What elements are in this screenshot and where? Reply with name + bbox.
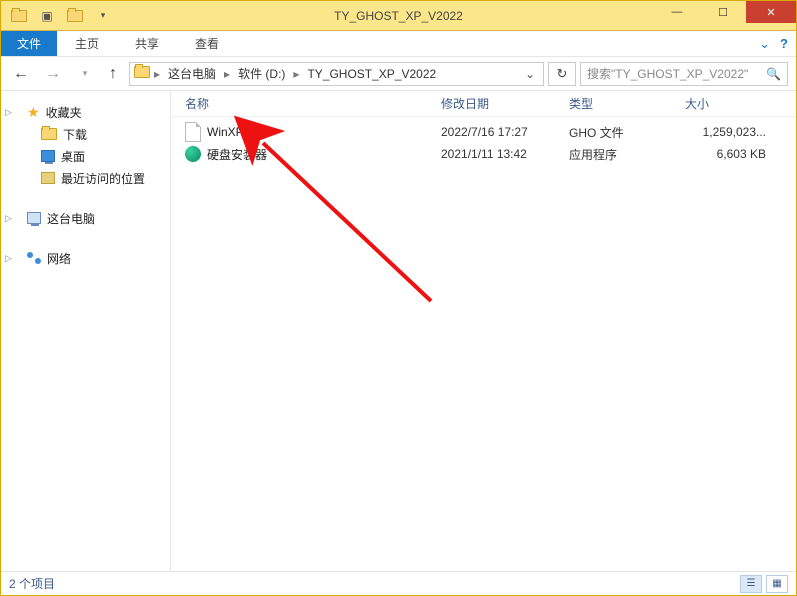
- breadcrumb-sep-icon[interactable]: ▸: [222, 67, 232, 81]
- sidebar-item-desktop[interactable]: 桌面: [1, 145, 170, 167]
- address-dropdown-icon[interactable]: ⌄: [521, 67, 539, 81]
- star-icon: ★: [27, 104, 40, 121]
- tab-share[interactable]: 共享: [117, 31, 177, 56]
- file-date: 2021/1/11 13:42: [441, 147, 569, 161]
- close-button[interactable]: ✕: [746, 1, 796, 23]
- tab-view[interactable]: 查看: [177, 31, 237, 56]
- qat-dropdown-icon[interactable]: ▾: [93, 6, 113, 26]
- file-name: 硬盘安装器: [207, 146, 267, 163]
- file-date: 2022/7/16 17:27: [441, 125, 569, 139]
- file-size: 6,603 KB: [685, 147, 796, 161]
- back-button[interactable]: ←: [9, 62, 33, 86]
- breadcrumb-drive[interactable]: 软件 (D:): [234, 65, 289, 82]
- address-folder-icon: [134, 66, 150, 81]
- sidebar-network[interactable]: ▷ 网络: [1, 247, 170, 269]
- file-name: WinXP.gho: [207, 125, 265, 139]
- search-icon[interactable]: 🔍: [766, 67, 781, 81]
- title-bar: ▣ ▾ TY_GHOST_XP_V2022 ― ☐ ✕: [1, 1, 796, 31]
- status-bar: 2 个项目 ☰ ▦: [1, 571, 796, 595]
- breadcrumb-folder[interactable]: TY_GHOST_XP_V2022: [303, 67, 440, 81]
- file-row[interactable]: WinXP.gho 2022/7/16 17:27 GHO 文件 1,259,0…: [171, 121, 796, 143]
- breadcrumb-this-pc[interactable]: 这台电脑: [164, 65, 220, 82]
- expand-ribbon-icon[interactable]: ⌄: [759, 36, 770, 52]
- nav-pane: ▷ ★ 收藏夹 下载 桌面 最近访问的位置 ▷ 这台电脑: [1, 91, 171, 571]
- sidebar-item-recent[interactable]: 最近访问的位置: [1, 167, 170, 189]
- recent-icon: [41, 172, 55, 184]
- column-type[interactable]: 类型: [569, 95, 685, 112]
- properties-icon[interactable]: ▣: [37, 6, 57, 26]
- file-size: 1,259,023...: [685, 125, 796, 139]
- nav-toolbar: ← → ▾ ↑ ▸ 这台电脑 ▸ 软件 (D:) ▸ TY_GHOST_XP_V…: [1, 57, 796, 91]
- expand-icon[interactable]: ▷: [5, 213, 15, 224]
- address-bar[interactable]: ▸ 这台电脑 ▸ 软件 (D:) ▸ TY_GHOST_XP_V2022 ⌄: [129, 62, 544, 86]
- network-icon: [27, 252, 41, 264]
- sidebar-favorites-label: 收藏夹: [46, 104, 82, 121]
- search-placeholder: 搜索"TY_GHOST_XP_V2022": [587, 65, 748, 82]
- details-view-button[interactable]: ☰: [740, 575, 762, 593]
- ribbon: 文件 主页 共享 查看 ⌄ ?: [1, 31, 796, 57]
- search-input[interactable]: 搜索"TY_GHOST_XP_V2022" 🔍: [580, 62, 788, 86]
- column-date[interactable]: 修改日期: [441, 95, 569, 112]
- new-folder-icon[interactable]: [65, 6, 85, 26]
- up-button[interactable]: ↑: [101, 62, 125, 86]
- column-name[interactable]: 名称: [185, 95, 441, 112]
- minimize-button[interactable]: ―: [654, 1, 700, 23]
- item-count: 2 个项目: [9, 575, 55, 592]
- help-icon[interactable]: ?: [780, 36, 788, 51]
- folder-icon: [9, 6, 29, 26]
- file-type: GHO 文件: [569, 124, 685, 141]
- maximize-button[interactable]: ☐: [700, 1, 746, 23]
- sidebar-this-pc[interactable]: ▷ 这台电脑: [1, 207, 170, 229]
- icons-view-button[interactable]: ▦: [766, 575, 788, 593]
- column-size[interactable]: 大小: [685, 95, 796, 112]
- sidebar-favorites[interactable]: ▷ ★ 收藏夹: [1, 101, 170, 123]
- file-type: 应用程序: [569, 146, 685, 163]
- sidebar-item-downloads[interactable]: 下载: [1, 123, 170, 145]
- column-headers: 名称 修改日期 类型 大小: [171, 91, 796, 117]
- file-list: 名称 修改日期 类型 大小 WinXP.gho 2022/7/16 17:27 …: [171, 91, 796, 571]
- desktop-icon: [41, 150, 55, 162]
- tab-home[interactable]: 主页: [57, 31, 117, 56]
- file-tab[interactable]: 文件: [1, 31, 57, 56]
- file-icon: [185, 122, 201, 142]
- app-icon: [185, 146, 201, 162]
- expand-icon[interactable]: ▷: [5, 253, 15, 264]
- expand-icon[interactable]: ▷: [5, 107, 15, 118]
- forward-button[interactable]: →: [41, 62, 65, 86]
- recent-locations-dropdown[interactable]: ▾: [73, 62, 97, 86]
- breadcrumb-sep-icon[interactable]: ▸: [291, 67, 301, 81]
- pc-icon: [27, 212, 41, 224]
- file-row[interactable]: 硬盘安装器 2021/1/11 13:42 应用程序 6,603 KB: [171, 143, 796, 165]
- refresh-button[interactable]: ↻: [548, 62, 576, 86]
- folder-icon: [41, 128, 57, 140]
- breadcrumb-sep-icon[interactable]: ▸: [152, 67, 162, 81]
